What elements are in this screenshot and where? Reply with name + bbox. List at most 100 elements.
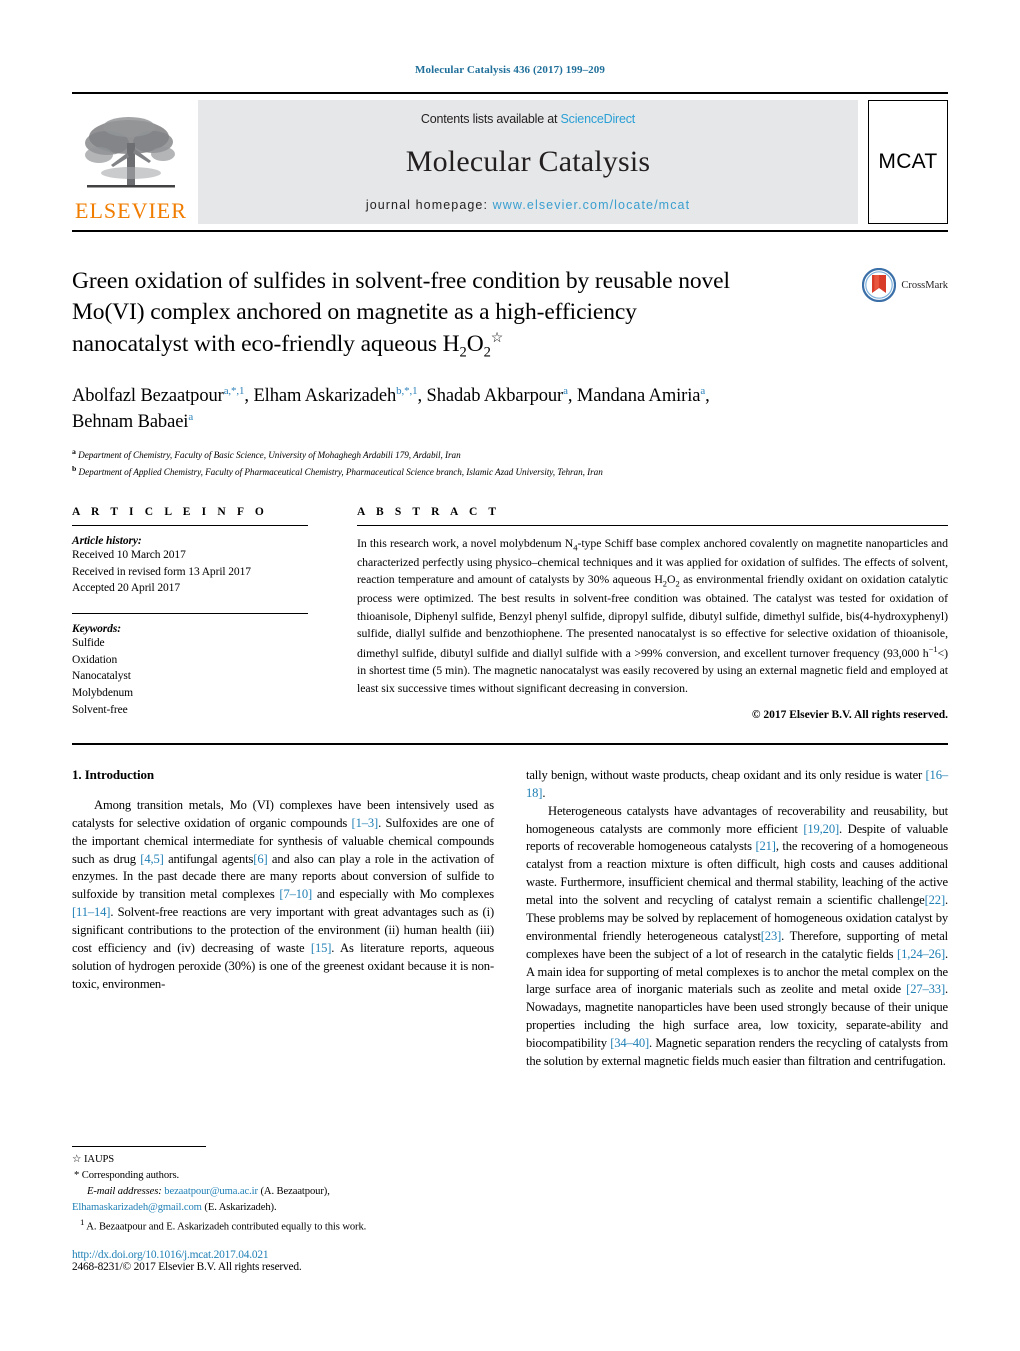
intro-l-e: and especially with Mo complexes bbox=[312, 887, 494, 902]
title-line-2: Mo(VI) complex anchored on magnetite as … bbox=[72, 299, 637, 326]
email-link-2[interactable]: Elhamaskarizadeh@gmail.com bbox=[72, 1202, 202, 1213]
journal-homepage-line: journal homepage: www.elsevier.com/locat… bbox=[366, 198, 690, 212]
author-2: Elham Askarizadeh bbox=[253, 385, 397, 406]
intro-r-a: tally benign, without waste products, ch… bbox=[526, 767, 926, 782]
citation-11-14[interactable]: [11–14] bbox=[72, 905, 111, 919]
affiliation-b-text: Department of Applied Chemistry, Faculty… bbox=[78, 467, 603, 478]
title-o: O bbox=[466, 330, 484, 357]
footnote-1-marker: 1 bbox=[80, 1216, 85, 1227]
footnote-asterisk-marker: * bbox=[74, 1169, 80, 1181]
author-1: Abolfazl Bezaatpour bbox=[72, 385, 224, 406]
abstract-bottom-rule bbox=[72, 742, 948, 745]
title-footnote-star: ☆ bbox=[490, 329, 504, 346]
info-abstract-row: A R T I C L E I N F O Article history: R… bbox=[72, 506, 948, 721]
elsevier-wordmark: ELSEVIER bbox=[75, 198, 187, 223]
citation-22[interactable]: [22] bbox=[925, 893, 946, 907]
masthead-rule bbox=[72, 230, 948, 232]
history-accepted: Accepted 20 April 2017 bbox=[72, 582, 180, 595]
citation-34-40[interactable]: [34–40] bbox=[610, 1036, 649, 1050]
journal-title: Molecular Catalysis bbox=[405, 145, 651, 178]
author-sep-4: , bbox=[705, 385, 710, 406]
email-label: E-mail addresses: bbox=[87, 1185, 162, 1197]
citation-21[interactable]: [21] bbox=[755, 839, 776, 853]
intro-paragraph-right-2: Heterogeneous catalysts have advantages … bbox=[526, 803, 948, 1071]
author-2-affil: b,*,1 bbox=[396, 384, 418, 397]
keywords-block: Keywords: Sulfide Oxidation Nanocatalyst… bbox=[72, 623, 344, 718]
running-head: Molecular Catalysis 436 (2017) 199–209 bbox=[415, 64, 605, 76]
citation-6[interactable]: [6] bbox=[253, 852, 267, 866]
citation-15[interactable]: [15] bbox=[311, 941, 332, 955]
article-history-label: Article history: bbox=[72, 535, 142, 548]
author-1-affil: a,*,1 bbox=[223, 384, 245, 397]
affiliation-b: b Department of Applied Chemistry, Facul… bbox=[72, 463, 828, 480]
history-revised: Received in revised form 13 April 2017 bbox=[72, 565, 251, 578]
abstract-sup-1: −1 bbox=[928, 643, 938, 654]
citation-1-3[interactable]: [1–3] bbox=[352, 816, 379, 830]
footnote-corresponding-text: Corresponding authors. bbox=[81, 1169, 180, 1181]
crossmark-badge[interactable]: CrossMark bbox=[862, 268, 948, 302]
contents-prefix: Contents lists available at bbox=[420, 112, 561, 126]
article-page: Molecular Catalysis 436 (2017) 199–209 E… bbox=[0, 0, 1020, 1351]
section-title-introduction: 1. Introduction bbox=[72, 766, 155, 782]
journal-masthead: ELSEVIER Contents lists available at Sci… bbox=[72, 92, 948, 224]
copyright-line: © 2017 Elsevier B.V. All rights reserved… bbox=[751, 708, 948, 721]
abstract-rule bbox=[357, 525, 948, 527]
affiliation-a-text: Department of Chemistry, Faculty of Basi… bbox=[78, 450, 461, 461]
author-4: Mandana Amiria bbox=[576, 385, 701, 406]
doi-link[interactable]: http://dx.doi.org/10.1016/j.mcat.2017.04… bbox=[72, 1249, 510, 1261]
author-3: Shadab Akbarpour bbox=[426, 385, 564, 406]
article-title: Green oxidation of sulfides in solvent-f… bbox=[72, 266, 828, 363]
affil-a-marker: a bbox=[72, 447, 76, 457]
abstract-column: A B S T R A C T In this research work, a… bbox=[354, 506, 948, 721]
email-owner-1: (A. Bezaatpour), bbox=[260, 1185, 330, 1197]
keyword-item: Solvent-free bbox=[72, 703, 128, 716]
author-5: Behnam Babaei bbox=[72, 411, 189, 432]
homepage-prefix: journal homepage: bbox=[365, 198, 493, 212]
journal-banner: Contents lists available at ScienceDirec… bbox=[198, 100, 858, 224]
article-info-column: A R T I C L E I N F O Article history: R… bbox=[72, 506, 354, 721]
article-info-heading: A R T I C L E I N F O bbox=[72, 506, 268, 519]
keyword-item: Molybdenum bbox=[72, 687, 133, 700]
title-sub-2a: 2 bbox=[459, 344, 467, 361]
crossmark-label: CrossMark bbox=[901, 279, 948, 291]
footnote-corresponding: * Corresponding authors. bbox=[72, 1168, 510, 1184]
citation-4-5[interactable]: [4,5] bbox=[140, 852, 164, 866]
contents-list-line: Contents lists available at ScienceDirec… bbox=[421, 112, 635, 126]
email-link-1[interactable]: bezaatpour@uma.ac.ir bbox=[164, 1186, 258, 1197]
author-list: Abolfazl Bezaatpoura,*,1, Elham Askariza… bbox=[72, 383, 828, 436]
crossmark-icon bbox=[862, 268, 897, 302]
citation-27-33[interactable]: [27–33] bbox=[906, 982, 945, 996]
intro-paragraph-left: Among transition metals, Mo (VI) complex… bbox=[72, 797, 494, 994]
title-block: CrossMark Green oxidation of sulfides in… bbox=[72, 266, 948, 480]
footnote-rule bbox=[72, 1146, 206, 1148]
abstract-text: In this research work, a novel molybdenu… bbox=[357, 535, 948, 697]
citation-7-10[interactable]: [7–10] bbox=[279, 887, 312, 901]
keyword-item: Oxidation bbox=[72, 653, 118, 666]
citation-23[interactable]: [23] bbox=[761, 929, 782, 943]
footnote-star: ☆ IAUPS bbox=[72, 1152, 510, 1168]
author-5-affil: a bbox=[188, 410, 194, 423]
sciencedirect-link[interactable]: ScienceDirect bbox=[561, 112, 636, 126]
footnote-block: ☆ IAUPS * Corresponding authors. E-mail … bbox=[72, 1146, 510, 1273]
affiliation-a: a Department of Chemistry, Faculty of Ba… bbox=[72, 446, 828, 463]
keyword-item: Sulfide bbox=[72, 637, 105, 650]
body-column-right: tally benign, without waste products, ch… bbox=[526, 767, 948, 1071]
title-line-1: Green oxidation of sulfides in solvent-f… bbox=[72, 268, 730, 294]
keywords-label: Keywords: bbox=[72, 623, 121, 636]
journal-badge: MCAT bbox=[868, 100, 948, 224]
abstract-part-1: In this research work, a novel molybdenu… bbox=[357, 536, 574, 551]
citation-19-20[interactable]: [19,20] bbox=[803, 822, 839, 836]
journal-homepage-link[interactable]: www.elsevier.com/locate/mcat bbox=[493, 198, 691, 212]
affil-b-marker: b bbox=[72, 464, 77, 474]
body-column-left: 1. Introduction Among transition metals,… bbox=[72, 767, 494, 1071]
body-columns: 1. Introduction Among transition metals,… bbox=[72, 767, 948, 1071]
journal-badge-label: MCAT bbox=[878, 150, 938, 173]
keywords-rule bbox=[72, 613, 308, 615]
citation-1-24-26[interactable]: [1,24–26] bbox=[897, 947, 945, 961]
footnote-star-marker: ☆ bbox=[72, 1154, 82, 1166]
footnote-1-text: A. Bezaatpour and E. Askarizadeh contrib… bbox=[86, 1221, 367, 1233]
elsevier-tree-icon bbox=[85, 117, 175, 188]
intro-paragraph-right-cont: tally benign, without waste products, ch… bbox=[526, 767, 948, 803]
affiliations: a Department of Chemistry, Faculty of Ba… bbox=[72, 446, 828, 480]
elsevier-logo: ELSEVIER bbox=[72, 100, 190, 224]
